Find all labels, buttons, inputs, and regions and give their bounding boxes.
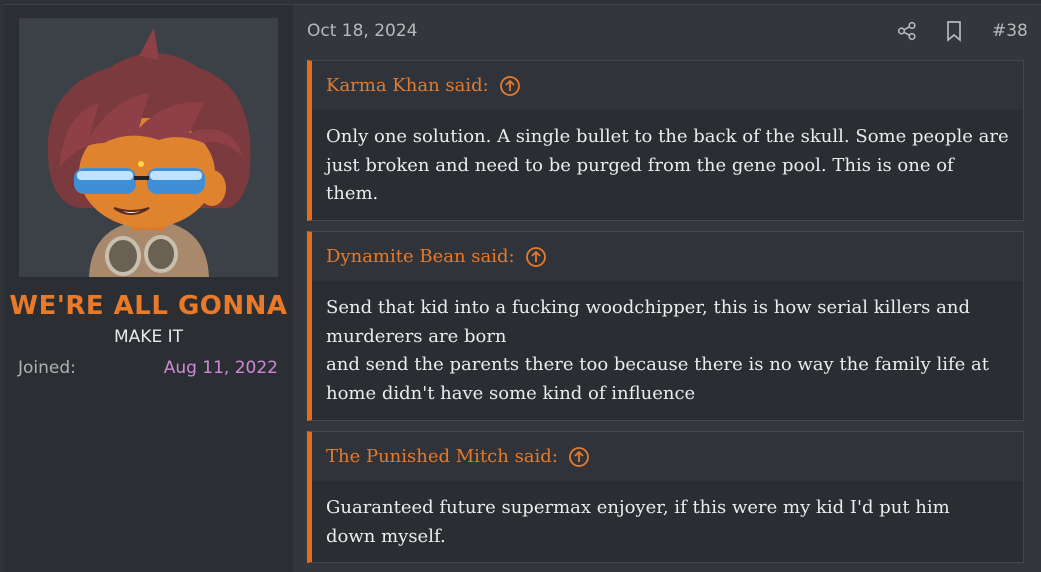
quote-block: The Punished Mitch said: Guaranteed futu… <box>307 431 1024 563</box>
user-info-panel: WE'RE ALL GONNA MAKE IT Joined: Aug 11, … <box>4 5 293 572</box>
user-title: WE'RE ALL GONNA <box>9 291 288 321</box>
avatar[interactable] <box>19 18 278 277</box>
post-content: Oct 18, 2024 #38 Karma Khan said: Only o… <box>293 5 1041 572</box>
joined-date: Aug 11, 2022 <box>163 358 278 378</box>
quote-line: Send that kid into a fucking woodchipper… <box>326 297 970 318</box>
user-subtitle: MAKE IT <box>114 327 183 347</box>
share-icon[interactable] <box>897 21 917 41</box>
quote-text: Guaranteed future supermax enjoyer, if t… <box>312 481 1023 551</box>
arrow-up-circle-icon[interactable] <box>568 446 590 468</box>
post-number-link[interactable]: #38 <box>992 21 1028 41</box>
arrow-up-circle-icon[interactable] <box>499 75 521 97</box>
avatar-image <box>19 18 278 277</box>
quote-line: just broken and need to be purged from t… <box>326 154 954 176</box>
joined-label: Joined: <box>18 358 76 378</box>
quote-block: Karma Khan said: Only one solution. A si… <box>307 60 1024 221</box>
quote-line: and send the parents there too because t… <box>326 354 990 375</box>
post-date[interactable]: Oct 18, 2024 <box>307 21 418 41</box>
quote-line: down myself. <box>326 525 446 547</box>
quote-author[interactable]: Karma Khan said: <box>326 75 489 96</box>
quote-header[interactable]: Dynamite Bean said: <box>312 232 1023 281</box>
quote-text: Only one solution. A single bullet to th… <box>312 110 1023 209</box>
quote-line: home didn't have some kind of influence <box>326 382 696 404</box>
quote-author[interactable]: The Punished Mitch said: <box>326 446 558 467</box>
quote-line: Guaranteed future supermax enjoyer, if t… <box>326 497 950 518</box>
quote-header[interactable]: Karma Khan said: <box>312 61 1023 110</box>
quote-block: Dynamite Bean said: Send that kid into a… <box>307 231 1024 421</box>
quote-line: them. <box>326 183 379 204</box>
quote-line: murderers are born <box>326 325 507 347</box>
forum-post: WE'RE ALL GONNA MAKE IT Joined: Aug 11, … <box>4 4 1041 572</box>
quote-line: Only one solution. A single bullet to th… <box>326 126 1009 147</box>
quote-header[interactable]: The Punished Mitch said: <box>312 432 1023 481</box>
quote-author[interactable]: Dynamite Bean said: <box>326 246 515 267</box>
bookmark-icon[interactable] <box>944 20 964 42</box>
quote-text: Send that kid into a fucking woodchipper… <box>312 281 1023 408</box>
arrow-up-circle-icon[interactable] <box>525 246 547 268</box>
